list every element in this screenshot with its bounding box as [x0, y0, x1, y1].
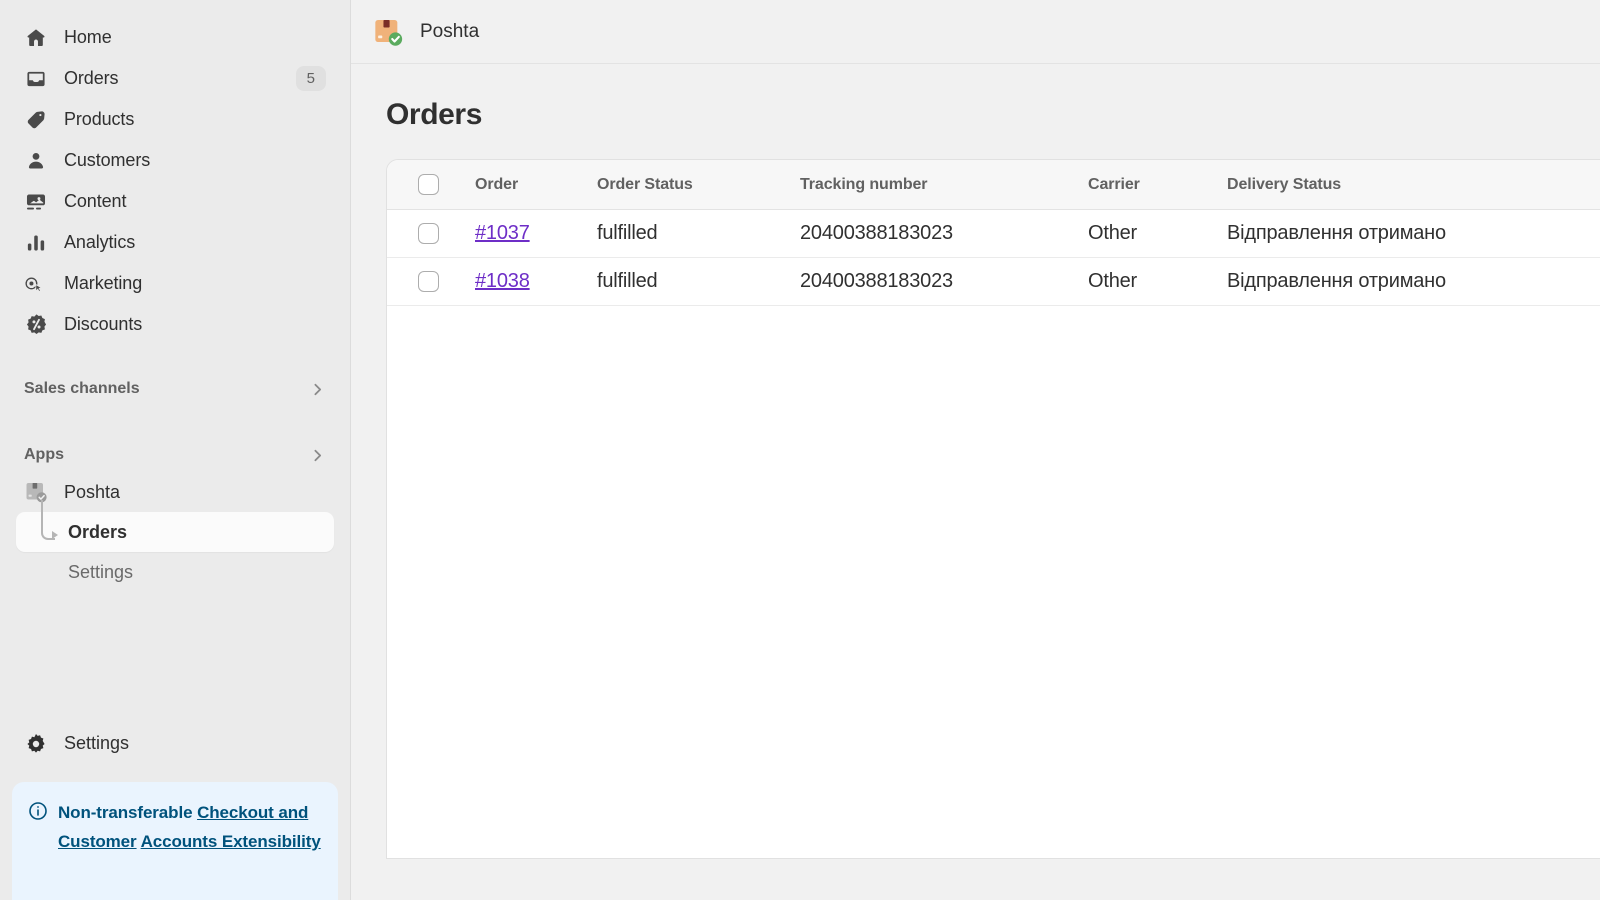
- column-header-order[interactable]: Order: [475, 160, 597, 210]
- customers-person-icon: [24, 149, 48, 173]
- orders-table-head: Order Order Status Tracking number Carri…: [387, 160, 1600, 210]
- poshta-subnav: Orders Settings: [0, 512, 350, 592]
- sidebar-item-products[interactable]: Products: [14, 99, 336, 140]
- sales-channels-label: Sales channels: [24, 380, 140, 398]
- cell-delivery-status: Відправлення отримано: [1227, 258, 1600, 306]
- sidebar-section-sales-channels[interactable]: Sales channels: [14, 372, 336, 406]
- app-topbar: Poshta: [351, 0, 1600, 64]
- row-checkbox[interactable]: [418, 271, 439, 292]
- sidebar-item-orders[interactable]: Orders 5: [14, 58, 336, 99]
- select-all-header: [387, 160, 475, 210]
- page-body: Orders Order Order Status Tracking numbe…: [351, 64, 1600, 900]
- order-link[interactable]: #1038: [475, 270, 530, 292]
- column-header-tracking-number[interactable]: Tracking number: [800, 160, 1088, 210]
- cell-order-status: fulfilled: [597, 258, 800, 306]
- sidebar-item-poshta-app[interactable]: Poshta: [14, 472, 336, 512]
- poshta-app-label: Poshta: [64, 482, 120, 503]
- cell-order: #1037: [475, 210, 597, 258]
- notice-link-line-3[interactable]: Accounts Extensibility: [141, 832, 321, 851]
- analytics-bars-icon: [24, 231, 48, 255]
- sidebar-item-label: Marketing: [64, 273, 142, 294]
- gear-icon: [24, 732, 48, 756]
- order-link[interactable]: #1037: [475, 222, 530, 244]
- primary-nav: Home Orders 5 Products Customers: [0, 0, 350, 345]
- sidebar-item-label: Products: [64, 109, 134, 130]
- nav-spacer-1: [0, 345, 350, 372]
- cell-order: #1038: [475, 258, 597, 306]
- chevron-right-icon[interactable]: [309, 381, 326, 398]
- cell-order-status: fulfilled: [597, 210, 800, 258]
- app-root: Home Orders 5 Products Customers: [0, 0, 1600, 900]
- cell-carrier: Other: [1088, 210, 1227, 258]
- row-checkbox[interactable]: [418, 223, 439, 244]
- sidebar-footer: Settings Non-transferable Checkout and C…: [0, 723, 350, 900]
- sidebar-item-label: Discounts: [64, 314, 142, 335]
- content-image-icon: [24, 190, 48, 214]
- notice-text: Non-transferable Checkout and Customer A…: [58, 798, 322, 890]
- cell-carrier: Other: [1088, 258, 1227, 306]
- sidebar-section-apps[interactable]: Apps: [14, 438, 336, 472]
- sidebar-subitem-settings[interactable]: Settings: [16, 552, 334, 592]
- sidebar-item-discounts[interactable]: Discounts: [14, 304, 336, 345]
- cell-delivery-status: Відправлення отримано: [1227, 210, 1600, 258]
- orders-count-badge: 5: [296, 66, 326, 91]
- info-circle-icon: [28, 801, 48, 890]
- row-select-cell: [387, 258, 475, 306]
- sidebar-item-label: Orders: [64, 68, 118, 89]
- sidebar-subitem-label: Settings: [68, 562, 133, 583]
- nav-spacer-2: [0, 406, 350, 438]
- column-header-order-status[interactable]: Order Status: [597, 160, 800, 210]
- orders-inbox-icon: [24, 67, 48, 91]
- row-select-cell: [387, 210, 475, 258]
- sidebar-item-label: Home: [64, 27, 112, 48]
- sidebar-item-label: Customers: [64, 150, 150, 171]
- sidebar-item-marketing[interactable]: Marketing: [14, 263, 336, 304]
- orders-table: Order Order Status Tracking number Carri…: [387, 160, 1600, 306]
- column-header-delivery-status[interactable]: Delivery Status: [1227, 160, 1600, 210]
- sidebar-item-customers[interactable]: Customers: [14, 140, 336, 181]
- poshta-package-icon: [372, 16, 404, 48]
- sidebar-item-home[interactable]: Home: [14, 17, 336, 58]
- discounts-percent-icon: [24, 313, 48, 337]
- sidebar: Home Orders 5 Products Customers: [0, 0, 350, 900]
- apps-label: Apps: [24, 446, 64, 464]
- table-row[interactable]: #1037 fulfilled 20400388183023 Other Від…: [387, 210, 1600, 258]
- settings-label: Settings: [64, 733, 129, 754]
- column-header-carrier[interactable]: Carrier: [1088, 160, 1227, 210]
- notice-line-1: Non-transferable: [58, 803, 192, 822]
- table-header-row: Order Order Status Tracking number Carri…: [387, 160, 1600, 210]
- orders-table-body: #1037 fulfilled 20400388183023 Other Від…: [387, 210, 1600, 306]
- chevron-right-icon[interactable]: [309, 447, 326, 464]
- non-transferable-notice[interactable]: Non-transferable Checkout and Customer A…: [12, 782, 338, 900]
- home-icon: [24, 26, 48, 50]
- main-content: Poshta Orders Order Order Status Trackin…: [350, 0, 1600, 900]
- sidebar-item-content[interactable]: Content: [14, 181, 336, 222]
- sidebar-item-label: Content: [64, 191, 126, 212]
- cell-tracking-number: 20400388183023: [800, 210, 1088, 258]
- sidebar-subitem-label: Orders: [68, 522, 127, 543]
- marketing-target-icon: [24, 272, 48, 296]
- table-row[interactable]: #1038 fulfilled 20400388183023 Other Від…: [387, 258, 1600, 306]
- poshta-package-icon: [24, 480, 48, 504]
- products-tag-icon: [24, 108, 48, 132]
- sidebar-item-analytics[interactable]: Analytics: [14, 222, 336, 263]
- page-title: Orders: [386, 98, 1600, 132]
- sidebar-item-settings[interactable]: Settings: [14, 723, 336, 764]
- select-all-checkbox[interactable]: [418, 174, 439, 195]
- sidebar-subitem-orders[interactable]: Orders: [16, 512, 334, 552]
- sidebar-item-label: Analytics: [64, 232, 135, 253]
- orders-table-card: Order Order Status Tracking number Carri…: [386, 159, 1600, 859]
- app-title: Poshta: [420, 21, 479, 43]
- cell-tracking-number: 20400388183023: [800, 258, 1088, 306]
